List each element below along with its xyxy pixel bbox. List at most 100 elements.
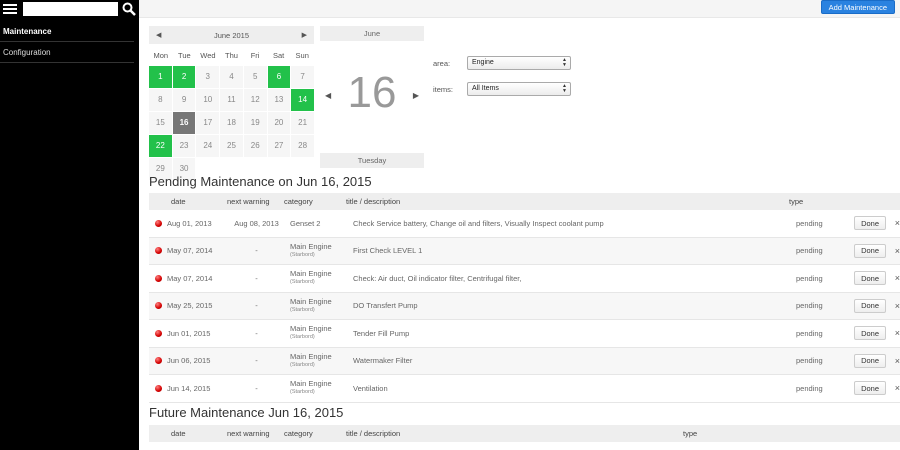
calendar-day[interactable]: 20 bbox=[267, 112, 291, 134]
pending-heading: Pending Maintenance on Jun 16, 2015 bbox=[149, 174, 372, 189]
remove-icon[interactable]: × bbox=[886, 273, 900, 283]
row-title: Tender Fill Pump bbox=[353, 328, 410, 338]
add-maintenance-button[interactable]: Add Maintenance bbox=[820, 0, 895, 14]
calendar-next-icon[interactable]: ▶ bbox=[302, 31, 307, 39]
done-button[interactable]: Done bbox=[854, 381, 886, 396]
calendar-day[interactable]: 7 bbox=[291, 66, 314, 88]
calendar-day[interactable]: 8 bbox=[149, 89, 172, 111]
calendar-day[interactable]: 24 bbox=[196, 135, 220, 157]
search-icon[interactable] bbox=[122, 2, 136, 16]
search-input[interactable] bbox=[23, 2, 118, 16]
sidebar: Maintenance Configuration bbox=[0, 0, 139, 450]
items-select-value: All Items bbox=[472, 85, 499, 92]
table-row[interactable]: May 07, 2014- Main Engine (Starbord) First … bbox=[149, 237, 900, 265]
select-arrows-icon: ▲ ▼ bbox=[562, 57, 567, 68]
done-button[interactable]: Done bbox=[854, 271, 886, 286]
calendar-day[interactable]: 25 bbox=[220, 135, 243, 157]
calendar-day[interactable]: 22 bbox=[149, 135, 172, 157]
row-category-name: Main Engine bbox=[290, 296, 332, 306]
calendar-day[interactable]: 23 bbox=[172, 135, 196, 157]
row-category-name: Genset 2 bbox=[290, 218, 321, 228]
calendar-day[interactable]: 6 bbox=[267, 66, 291, 88]
calendar-day[interactable]: 14 bbox=[291, 89, 314, 111]
row-date: May 07, 2014 bbox=[167, 273, 213, 283]
status-red-icon bbox=[154, 274, 162, 282]
calendar-day-selected[interactable]: 16 bbox=[172, 112, 196, 134]
calendar-day[interactable]: 2 bbox=[172, 66, 196, 88]
calendar-day[interactable]: 5 bbox=[243, 66, 267, 88]
remove-icon[interactable]: × bbox=[886, 246, 900, 256]
calendar-day[interactable]: 11 bbox=[220, 89, 243, 111]
items-select[interactable]: All Items ▲ ▼ bbox=[467, 82, 571, 96]
sidebar-item-configuration[interactable]: Configuration bbox=[0, 42, 134, 63]
future-table: date next warning category title / descr… bbox=[149, 425, 900, 442]
table-row[interactable]: Jun 01, 2015- Main Engine (Starbord) Tender… bbox=[149, 320, 900, 348]
calendar-day[interactable]: 21 bbox=[291, 112, 314, 134]
table-row[interactable]: Jun 14, 2015- Main Engine (Starbord) Ventil… bbox=[149, 375, 900, 403]
pending-rows: Aug 01, 2013 Aug 08, 2013 Genset 2 Check Se… bbox=[149, 210, 900, 403]
calendar-day[interactable]: 15 bbox=[149, 112, 172, 134]
calendar-day[interactable]: 17 bbox=[196, 112, 220, 134]
calendar-day[interactable]: 13 bbox=[267, 89, 291, 111]
calendar-day[interactable]: 19 bbox=[243, 112, 267, 134]
row-category-sub: (Starbord) bbox=[290, 251, 315, 258]
calendar-day[interactable]: 9 bbox=[172, 89, 196, 111]
status-dot-container bbox=[149, 247, 167, 255]
row-next-warning: - bbox=[255, 356, 258, 366]
col-type: type bbox=[789, 197, 804, 206]
weekday-label: Sat bbox=[273, 50, 285, 60]
row-date: Jun 01, 2015 bbox=[167, 328, 211, 338]
row-category-sub: (Starbord) bbox=[290, 279, 315, 286]
status-red-icon bbox=[154, 357, 162, 365]
weekday-label: Fri bbox=[250, 50, 260, 60]
row-category-name: Main Engine bbox=[290, 379, 332, 389]
area-select[interactable]: Engine ▲ ▼ bbox=[467, 56, 571, 70]
row-date: Jun 14, 2015 bbox=[167, 383, 211, 393]
calendar-day[interactable]: 26 bbox=[243, 135, 267, 157]
row-next-warning: - bbox=[255, 301, 258, 311]
future-heading: Future Maintenance Jun 16, 2015 bbox=[149, 405, 344, 420]
main-toolbar: Add Maintenance bbox=[139, 0, 900, 18]
day-month: June bbox=[320, 26, 424, 41]
calendar-day[interactable]: 10 bbox=[196, 89, 220, 111]
done-button[interactable]: Done bbox=[854, 326, 886, 341]
calendar-day[interactable]: 28 bbox=[291, 135, 314, 157]
calendar-day[interactable]: 1 bbox=[149, 66, 172, 88]
row-date: May 25, 2015 bbox=[167, 301, 213, 311]
row-title: Watermaker Filter bbox=[353, 356, 413, 366]
done-button[interactable]: Done bbox=[854, 353, 886, 368]
calendar-day[interactable]: 18 bbox=[220, 112, 243, 134]
calendar-day[interactable]: 12 bbox=[243, 89, 267, 111]
calendar-prev-icon[interactable]: ◀ bbox=[156, 31, 161, 39]
row-category: Main Engine (Starbord) bbox=[290, 324, 353, 342]
calendar-day[interactable]: 3 bbox=[196, 66, 220, 88]
done-button[interactable]: Done bbox=[854, 243, 886, 258]
table-row[interactable]: May 07, 2014- Main Engine (Starbord) Check:… bbox=[149, 265, 900, 293]
table-row[interactable]: May 25, 2015- Main Engine (Starbord) DO Tra… bbox=[149, 292, 900, 320]
remove-icon[interactable]: × bbox=[886, 301, 900, 311]
pending-table-header: date next warning category title / descr… bbox=[149, 193, 900, 210]
row-next-warning: - bbox=[255, 383, 258, 393]
row-category: Main Engine (Starbord) bbox=[290, 297, 353, 315]
status-dot-container bbox=[149, 274, 167, 282]
row-category: Main Engine (Starbord) bbox=[290, 379, 353, 397]
remove-icon[interactable]: × bbox=[886, 356, 900, 366]
calendar-day[interactable]: 4 bbox=[220, 66, 243, 88]
day-next-icon[interactable]: ▶ bbox=[413, 91, 419, 100]
done-button[interactable]: Done bbox=[854, 298, 886, 313]
calendar-day[interactable]: 27 bbox=[267, 135, 291, 157]
row-next-warning: - bbox=[255, 273, 258, 283]
day-weekday: Tuesday bbox=[320, 153, 424, 168]
done-button[interactable]: Done bbox=[854, 216, 886, 231]
status-red-icon bbox=[154, 329, 162, 337]
sidebar-item-maintenance[interactable]: Maintenance bbox=[0, 21, 134, 42]
remove-icon[interactable]: × bbox=[886, 328, 900, 338]
row-category-sub: (Starbord) bbox=[290, 361, 315, 368]
remove-icon[interactable]: × bbox=[886, 218, 900, 228]
remove-icon[interactable]: × bbox=[886, 383, 900, 393]
col-date: date bbox=[171, 197, 186, 206]
status-dot-container bbox=[149, 219, 167, 227]
hamburger-menu-icon[interactable] bbox=[3, 4, 17, 14]
table-row[interactable]: Jun 06, 2015- Main Engine (Starbord) Waterm… bbox=[149, 347, 900, 375]
table-row[interactable]: Aug 01, 2013 Aug 08, 2013 Genset 2 Check Se… bbox=[149, 210, 900, 238]
